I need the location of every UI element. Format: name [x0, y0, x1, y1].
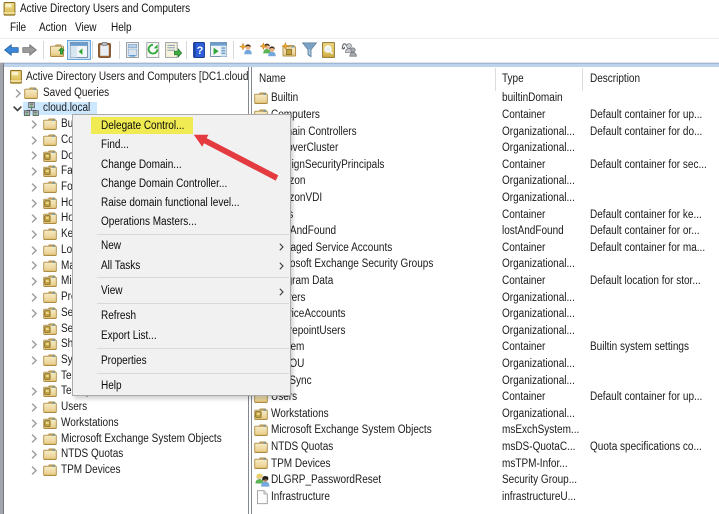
svg-text:?: ?	[197, 45, 204, 57]
